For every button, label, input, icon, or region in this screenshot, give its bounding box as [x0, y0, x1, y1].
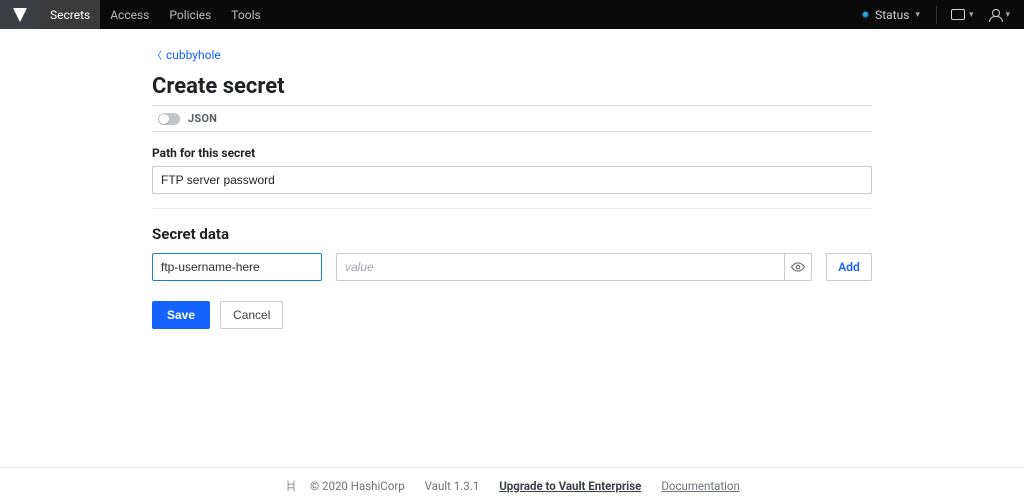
secret-data-title: Secret data	[152, 225, 872, 243]
breadcrumb-label: cubbyhole	[166, 48, 221, 62]
user-icon	[989, 9, 1001, 21]
kv-row: Add	[152, 253, 872, 281]
chevron-down-icon: ▾	[1005, 10, 1010, 20]
status-menu[interactable]: Status ▾	[854, 8, 928, 22]
vault-logo-icon	[12, 7, 28, 23]
chevron-left-icon: 〈	[152, 47, 162, 62]
nav-right: Status ▾ ▾ ▾	[854, 0, 1024, 29]
path-label: Path for this secret	[152, 146, 872, 160]
nav-tab-secrets[interactable]: Secrets	[40, 0, 100, 29]
kv-key-input[interactable]	[152, 253, 322, 281]
divider	[152, 208, 872, 209]
action-row: Save Cancel	[152, 301, 872, 329]
nav-tab-access[interactable]: Access	[100, 0, 159, 29]
nav-tab-tools[interactable]: Tools	[221, 0, 270, 29]
json-toggle[interactable]	[158, 113, 180, 125]
footer-upgrade-link[interactable]: Upgrade to Vault Enterprise	[499, 479, 641, 493]
kv-value-input[interactable]	[336, 253, 784, 281]
footer-version: Vault 1.3.1	[425, 479, 480, 493]
console-menu[interactable]: ▾	[945, 9, 980, 20]
kv-value-wrap	[336, 253, 812, 281]
status-label: Status	[875, 8, 909, 22]
vault-logo[interactable]	[0, 0, 40, 29]
page-title: Create secret	[152, 74, 872, 99]
cancel-button[interactable]: Cancel	[220, 301, 283, 329]
save-button[interactable]: Save	[152, 301, 210, 329]
footer-docs-link[interactable]: Documentation	[661, 479, 739, 493]
page-content: 〈 cubbyhole Create secret JSON Path for …	[152, 29, 872, 389]
breadcrumb[interactable]: 〈 cubbyhole	[152, 47, 872, 62]
json-toggle-label: JSON	[188, 112, 217, 125]
console-icon	[951, 9, 965, 20]
status-dot-icon	[862, 11, 869, 18]
footer-copyright: © 2020 HashiCorp	[310, 479, 405, 493]
nav-tab-policies[interactable]: Policies	[159, 0, 221, 29]
footer: © 2020 HashiCorp Vault 1.3.1 Upgrade to …	[0, 467, 1024, 503]
user-menu[interactable]: ▾	[983, 9, 1016, 21]
chevron-down-icon: ▾	[969, 10, 974, 20]
path-input[interactable]	[152, 166, 872, 194]
hashicorp-logo-icon	[284, 479, 298, 493]
chevron-down-icon: ▾	[915, 10, 920, 20]
eye-icon	[791, 260, 805, 274]
nav-tabs: Secrets Access Policies Tools	[40, 0, 271, 29]
json-toggle-row: JSON	[152, 105, 872, 132]
reveal-value-button[interactable]	[784, 253, 812, 281]
divider	[936, 6, 937, 24]
add-button[interactable]: Add	[826, 253, 872, 281]
top-nav: Secrets Access Policies Tools Status ▾ ▾…	[0, 0, 1024, 29]
